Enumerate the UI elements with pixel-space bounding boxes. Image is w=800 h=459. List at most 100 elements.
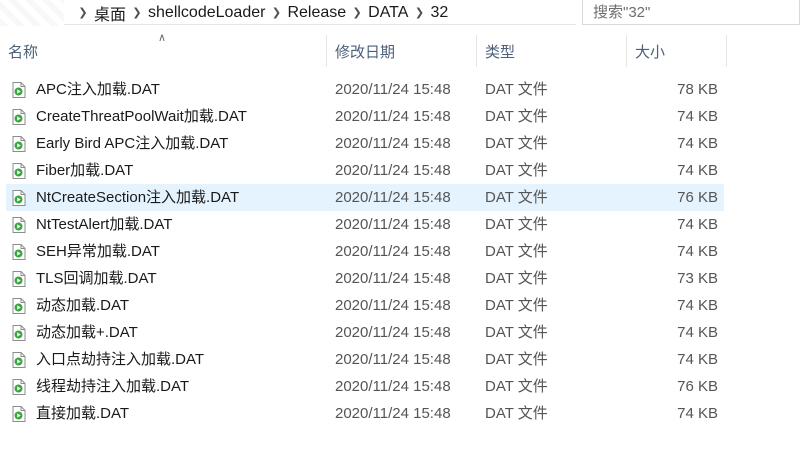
media-file-icon (12, 406, 26, 422)
file-row[interactable]: TLS回调加载.DAT 2020/11/24 15:48 DAT 文件 73 K… (6, 265, 724, 292)
file-name: 入口点劫持注入加载.DAT (36, 351, 205, 368)
file-type: DAT 文件 (485, 162, 548, 179)
column-header-date-label: 修改日期 (335, 43, 396, 61)
breadcrumb-item-desktop[interactable]: 桌面 (94, 1, 126, 25)
breadcrumb-item-32[interactable]: 32 (430, 4, 448, 22)
file-date: 2020/11/24 15:48 (335, 378, 451, 395)
file-size: 78 KB (677, 81, 718, 98)
search-box[interactable] (582, 0, 800, 25)
file-type: DAT 文件 (485, 378, 548, 395)
file-type: DAT 文件 (485, 135, 548, 152)
file-row[interactable]: 直接加载.DAT 2020/11/24 15:48 DAT 文件 74 KB (6, 400, 724, 427)
file-type: DAT 文件 (485, 405, 548, 422)
file-name: 直接加载.DAT (36, 405, 130, 422)
media-file-icon (12, 325, 26, 341)
file-name: Fiber加载.DAT (36, 162, 134, 179)
file-size: 76 KB (677, 189, 718, 206)
address-bar-row: ❯ 桌面 ❯ shellcodeLoader ❯ Release ❯ DATA … (0, 0, 800, 26)
file-row[interactable]: 线程劫持注入加载.DAT 2020/11/24 15:48 DAT 文件 76 … (6, 373, 724, 400)
column-header-size[interactable]: 大小 (627, 35, 727, 67)
chevron-right-icon[interactable]: ❯ (346, 6, 368, 19)
file-date: 2020/11/24 15:48 (335, 351, 451, 368)
media-file-icon (12, 298, 26, 314)
file-name: APC注入加载.DAT (36, 81, 160, 98)
media-file-icon (12, 190, 26, 206)
column-header-type-label: 类型 (485, 43, 516, 61)
file-row[interactable]: 动态加载.DAT 2020/11/24 15:48 DAT 文件 74 KB (6, 292, 724, 319)
file-name: 动态加载+.DAT (36, 324, 138, 341)
file-size: 74 KB (677, 243, 718, 260)
file-row[interactable]: 动态加载+.DAT 2020/11/24 15:48 DAT 文件 74 KB (6, 319, 724, 346)
sort-ascending-icon: ∧ (158, 32, 167, 44)
file-date: 2020/11/24 15:48 (335, 405, 451, 422)
file-type: DAT 文件 (485, 108, 548, 125)
file-size: 76 KB (677, 378, 718, 395)
file-name: NtCreateSection注入加载.DAT (36, 189, 240, 206)
file-row[interactable]: SEH异常加载.DAT 2020/11/24 15:48 DAT 文件 74 K… (6, 238, 724, 265)
file-name: TLS回调加载.DAT (36, 270, 157, 287)
chevron-right-icon[interactable]: ❯ (265, 6, 287, 19)
file-type: DAT 文件 (485, 270, 548, 287)
file-size: 74 KB (677, 216, 718, 233)
file-size: 74 KB (677, 162, 718, 179)
file-name: CreateThreatPoolWait加载.DAT (36, 108, 247, 125)
file-row[interactable]: Fiber加载.DAT 2020/11/24 15:48 DAT 文件 74 K… (6, 157, 724, 184)
chevron-right-icon[interactable]: ❯ (72, 6, 94, 19)
media-file-icon (12, 163, 26, 179)
media-file-icon (12, 379, 26, 395)
media-file-icon (12, 244, 26, 260)
file-type: DAT 文件 (485, 81, 548, 98)
file-type: DAT 文件 (485, 216, 548, 233)
file-row[interactable]: CreateThreatPoolWait加载.DAT 2020/11/24 15… (6, 103, 724, 130)
file-date: 2020/11/24 15:48 (335, 189, 451, 206)
file-row[interactable]: NtTestAlert加载.DAT 2020/11/24 15:48 DAT 文… (6, 211, 724, 238)
column-header-name-label: 名称 (8, 43, 39, 61)
file-size: 74 KB (677, 324, 718, 341)
file-row[interactable]: APC注入加载.DAT 2020/11/24 15:48 DAT 文件 78 K… (6, 76, 724, 103)
breadcrumb: ❯ 桌面 ❯ shellcodeLoader ❯ Release ❯ DATA … (72, 0, 448, 25)
file-date: 2020/11/24 15:48 (335, 135, 451, 152)
chevron-right-icon[interactable]: ❯ (408, 6, 430, 19)
media-file-icon (12, 271, 26, 287)
media-file-icon (12, 109, 26, 125)
breadcrumb-item-shellcodeloader[interactable]: shellcodeLoader (148, 4, 265, 22)
file-size: 73 KB (677, 270, 718, 287)
media-file-icon (12, 136, 26, 152)
file-size: 74 KB (677, 405, 718, 422)
file-date: 2020/11/24 15:48 (335, 216, 451, 233)
search-input[interactable] (593, 2, 793, 22)
media-file-icon (12, 82, 26, 98)
file-date: 2020/11/24 15:48 (335, 297, 451, 314)
column-header-name[interactable]: ∧ 名称 (0, 32, 327, 67)
file-name: 动态加载.DAT (36, 297, 130, 314)
file-date: 2020/11/24 15:48 (335, 324, 451, 341)
file-date: 2020/11/24 15:48 (335, 162, 451, 179)
chevron-right-icon[interactable]: ❯ (126, 6, 148, 19)
column-header-date[interactable]: 修改日期 (327, 35, 477, 67)
file-name: Early Bird APC注入加载.DAT (36, 135, 229, 152)
file-size: 74 KB (677, 351, 718, 368)
column-header-type[interactable]: 类型 (477, 35, 627, 67)
file-date: 2020/11/24 15:48 (335, 81, 451, 98)
file-row[interactable]: 入口点劫持注入加载.DAT 2020/11/24 15:48 DAT 文件 74… (6, 346, 724, 373)
file-row-hovered[interactable]: NtCreateSection注入加载.DAT 2020/11/24 15:48… (6, 184, 724, 211)
address-bar[interactable]: ❯ 桌面 ❯ shellcodeLoader ❯ Release ❯ DATA … (64, 0, 632, 25)
breadcrumb-item-data[interactable]: DATA (368, 4, 408, 22)
file-type: DAT 文件 (485, 297, 548, 314)
nav-area-blurred (0, 0, 64, 26)
file-date: 2020/11/24 15:48 (335, 108, 451, 125)
breadcrumb-item-release[interactable]: Release (287, 4, 346, 22)
file-type: DAT 文件 (485, 243, 548, 260)
media-file-icon (12, 217, 26, 233)
file-type: DAT 文件 (485, 324, 548, 341)
file-name: SEH异常加载.DAT (36, 243, 160, 260)
file-row[interactable]: Early Bird APC注入加载.DAT 2020/11/24 15:48 … (6, 130, 724, 157)
file-size: 74 KB (677, 297, 718, 314)
file-type: DAT 文件 (485, 351, 548, 368)
file-size: 74 KB (677, 135, 718, 152)
column-header-row: ∧ 名称 修改日期 类型 大小 (0, 32, 800, 67)
file-date: 2020/11/24 15:48 (335, 270, 451, 287)
column-header-size-label: 大小 (635, 43, 666, 61)
file-type: DAT 文件 (485, 189, 548, 206)
file-name: NtTestAlert加载.DAT (36, 216, 173, 233)
